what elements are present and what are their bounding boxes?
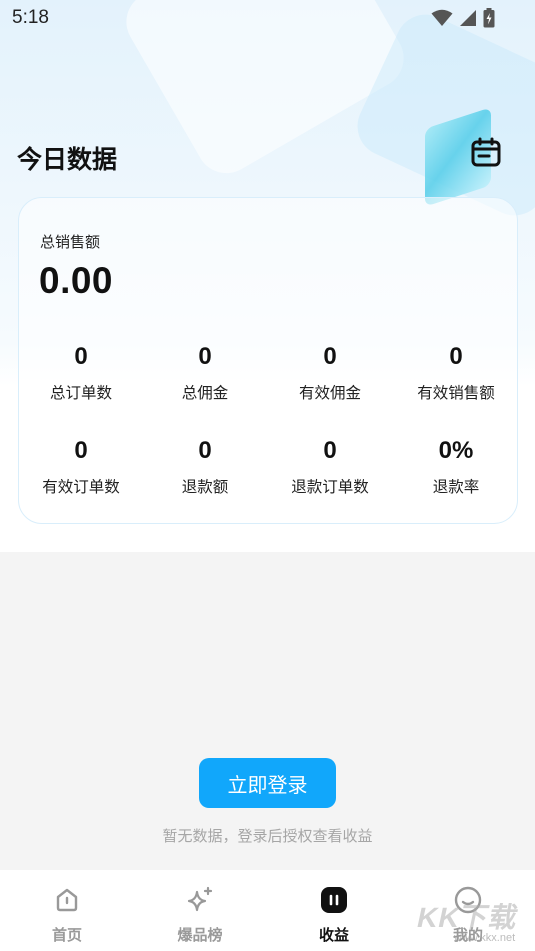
metric-valid-orders: 0 有效订单数 xyxy=(19,435,143,497)
earnings-icon xyxy=(321,887,347,913)
sparkle-icon xyxy=(187,886,213,912)
metric-refund-amount: 0 退款额 xyxy=(143,435,267,497)
today-stats-card: 总销售额 0.00 0 总订单数 0 总佣金 0 有效佣金 0 有效销售额 0 … xyxy=(18,197,518,524)
tab-label: 收益 xyxy=(318,926,349,944)
metric-value: 0 xyxy=(198,343,212,370)
metric-label: 退款额 xyxy=(181,478,229,496)
metric-label: 有效销售额 xyxy=(417,384,495,402)
tab-label: 首页 xyxy=(51,926,82,944)
metric-label: 有效订单数 xyxy=(42,478,120,496)
empty-state-hint: 暂无数据，登录后授权查看收益 xyxy=(162,827,373,845)
metric-label: 退款率 xyxy=(432,478,480,496)
tab-home[interactable]: 首页 xyxy=(0,870,134,951)
home-icon xyxy=(56,888,78,912)
metric-total-orders: 0 总订单数 xyxy=(19,341,143,403)
metric-label: 有效佣金 xyxy=(298,384,361,402)
status-time: 5:18 xyxy=(12,7,49,28)
battery-icon xyxy=(483,8,495,28)
signal-icon xyxy=(460,10,476,26)
watermark-text: KK下载 xyxy=(414,902,522,933)
metric-value: 0 xyxy=(323,437,337,464)
tab-label: 爆品榜 xyxy=(177,926,223,944)
status-bar: 5:18 xyxy=(0,0,535,36)
wifi-icon xyxy=(431,9,453,26)
metric-value: 0 xyxy=(198,437,212,464)
metric-value: 0 xyxy=(74,437,88,464)
calendar-icon xyxy=(471,137,501,167)
metric-value: 0 xyxy=(449,343,463,370)
tab-hot-products[interactable]: 爆品榜 xyxy=(133,870,267,951)
tab-earnings[interactable]: 收益 xyxy=(267,870,401,951)
total-sales-value: 0.00 xyxy=(39,260,114,301)
metric-total-commission: 0 总佣金 xyxy=(143,341,267,403)
metric-refund-rate: 0% 退款率 xyxy=(394,435,518,497)
metric-label: 退款订单数 xyxy=(291,478,369,496)
metric-label: 总佣金 xyxy=(181,384,229,402)
metric-refund-orders: 0 退款订单数 xyxy=(268,435,392,497)
watermark-logo: KK下载 www.kkx.net xyxy=(414,896,535,951)
metric-valid-commission: 0 有效佣金 xyxy=(268,341,392,403)
login-button[interactable]: 立即登录 xyxy=(199,758,336,808)
metric-value: 0 xyxy=(74,343,88,370)
total-sales-label: 总销售额 xyxy=(40,233,101,251)
page-title: 今日数据 xyxy=(17,145,118,174)
calendar-button[interactable] xyxy=(468,134,504,170)
metric-value: 0 xyxy=(323,343,337,370)
metric-value: 0% xyxy=(438,437,474,464)
metric-label: 总订单数 xyxy=(49,384,112,402)
metric-valid-sales: 0 有效销售额 xyxy=(394,341,518,403)
